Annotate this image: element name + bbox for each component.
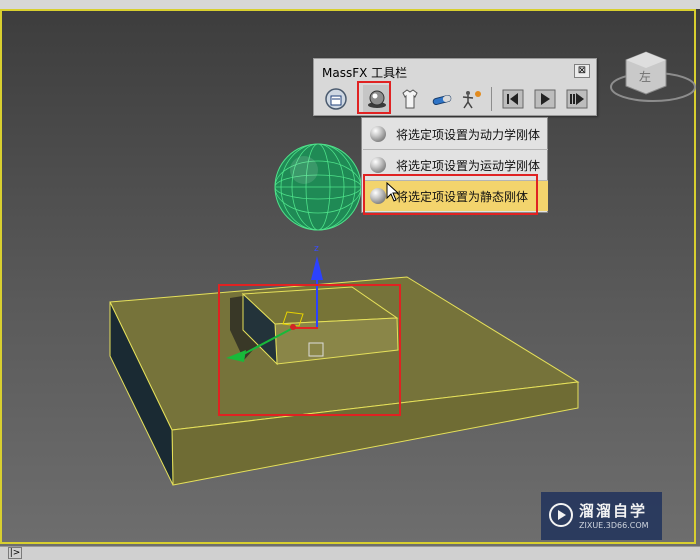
play-simulation-button[interactable] bbox=[531, 85, 559, 113]
sphere-object[interactable] bbox=[274, 143, 362, 231]
cloth-button[interactable] bbox=[396, 85, 424, 113]
mouse-cursor-icon bbox=[386, 182, 400, 202]
gizmo-z-label: z bbox=[314, 244, 319, 254]
rigid-body-icon bbox=[370, 157, 386, 173]
constraint-button[interactable] bbox=[428, 85, 456, 113]
rigid-body-icon bbox=[370, 188, 386, 204]
rigid-body-button[interactable] bbox=[363, 85, 391, 113]
watermark: 溜溜自学 ZIXUE.3D66.COM bbox=[541, 492, 662, 540]
rigid-body-icon bbox=[368, 90, 386, 108]
toolbar-title: MassFX 工具栏 bbox=[322, 66, 408, 80]
viewcube-icon[interactable]: 左 bbox=[610, 51, 696, 102]
ragdoll-button[interactable] bbox=[458, 85, 486, 113]
watermark-url: ZIXUE.3D66.COM bbox=[579, 521, 649, 530]
cloth-icon bbox=[402, 89, 418, 109]
play-simulation-icon bbox=[534, 89, 556, 109]
step-simulation-button[interactable] bbox=[563, 85, 591, 113]
bottom-bar: |> bbox=[0, 546, 700, 560]
reset-simulation-icon bbox=[502, 89, 524, 109]
menu-item-dynamic-rigid-body[interactable]: 将选定项设置为动力学刚体 bbox=[363, 119, 548, 149]
play-logo-icon bbox=[549, 503, 573, 527]
toolbar-separator bbox=[491, 87, 492, 111]
menu-item-label: 将选定项设置为动力学刚体 bbox=[396, 127, 541, 142]
menu-item-kinematic-rigid-body[interactable]: 将选定项设置为运动学刚体 bbox=[363, 150, 548, 180]
reset-simulation-button[interactable] bbox=[499, 85, 527, 113]
massfx-toolbar: MassFX 工具栏 ⊠ bbox=[313, 58, 597, 116]
close-button[interactable]: ⊠ bbox=[574, 64, 590, 78]
watermark-title: 溜溜自学 bbox=[579, 502, 648, 520]
world-parameters-icon bbox=[325, 88, 347, 110]
step-simulation-icon bbox=[566, 89, 588, 109]
expand-timeline-button[interactable]: |> bbox=[8, 547, 22, 559]
rigid-body-icon bbox=[370, 126, 386, 142]
ragdoll-icon bbox=[462, 91, 481, 109]
menu-item-label: 将选定项设置为运动学刚体 bbox=[396, 158, 541, 173]
menu-item-label: 将选定项设置为静态刚体 bbox=[396, 189, 529, 204]
constraint-icon bbox=[432, 94, 452, 106]
viewcube-label: 左 bbox=[639, 69, 651, 84]
world-parameters-button[interactable] bbox=[322, 85, 350, 113]
